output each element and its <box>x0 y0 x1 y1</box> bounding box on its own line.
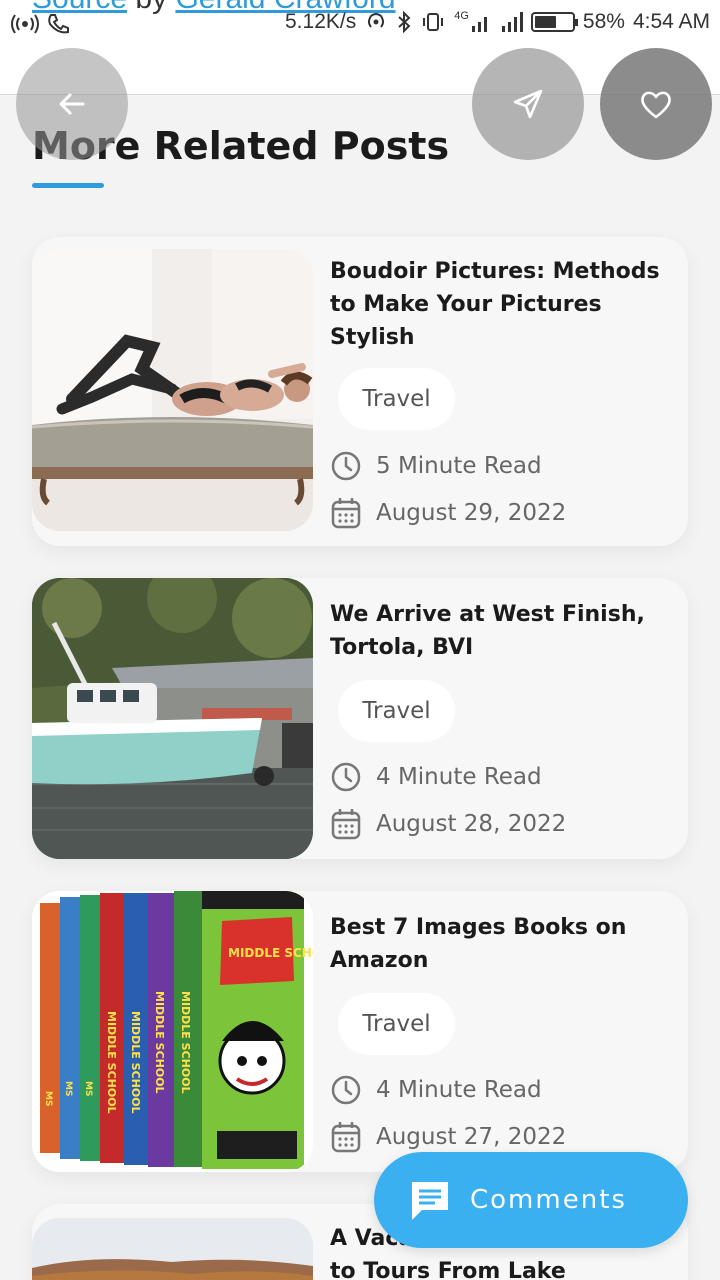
battery-percent: 58% <box>582 10 625 33</box>
calendar-icon <box>331 1122 361 1153</box>
send-icon <box>513 89 543 119</box>
vibrate-icon <box>423 13 444 31</box>
post-title[interactable]: Best 7 Images Books on Amazon <box>330 911 670 977</box>
svg-text:MIDDLE SCHOOL: MIDDLE SCHOOL <box>179 991 192 1094</box>
signal-icon <box>471 17 487 32</box>
category-tag[interactable]: Travel <box>338 368 455 430</box>
share-button[interactable] <box>472 48 584 160</box>
date-text: August 28, 2022 <box>376 811 567 837</box>
comments-label: Comments <box>470 1185 627 1215</box>
svg-text:MIDDLE SCHOOL: MIDDLE SCHOOL <box>153 991 166 1094</box>
read-time-text: 4 Minute Read <box>376 764 542 790</box>
battery-icon <box>530 12 578 32</box>
read-time-text: 4 Minute Read <box>376 1077 542 1103</box>
signal-icon-2 <box>501 12 523 32</box>
svg-text:MS: MS <box>43 1091 53 1106</box>
post-date: August 28, 2022 <box>330 807 566 841</box>
wireless-icon <box>11 14 39 34</box>
clock-icon <box>331 762 361 792</box>
boudoir-photo <box>32 249 313 531</box>
status-bar: Source by Gerald Crawford 5.12K/s 4G 58%… <box>0 0 720 52</box>
post-thumbnail[interactable] <box>32 249 313 531</box>
attribution-by: by <box>135 0 167 15</box>
network-type: 4G <box>454 10 469 22</box>
post-title-line-2: to Tours From Lake George, <box>330 1259 566 1280</box>
post-title[interactable]: We Arrive at West Finish, Tortola, BVI <box>330 598 670 664</box>
comment-icon <box>412 1182 448 1220</box>
back-button[interactable] <box>16 48 128 160</box>
network-speed: 5.12K/s <box>285 10 357 33</box>
calendar-icon <box>331 809 361 840</box>
status-left-icons <box>10 12 72 36</box>
post-card[interactable]: Boudoir Pictures: Methods to Make Your P… <box>32 237 688 546</box>
date-text: August 27, 2022 <box>376 1124 567 1150</box>
svg-text:MIDDLE SCHOOL: MIDDLE SCHOOL <box>129 1011 142 1114</box>
post-thumbnail[interactable] <box>32 1218 313 1280</box>
bluetooth-icon <box>398 10 411 34</box>
heart-icon <box>641 91 671 119</box>
svg-text:MS: MS <box>83 1081 93 1096</box>
svg-text:MS: MS <box>63 1081 73 1096</box>
books-photo: MS MS MS MIDDLE SCHOOL MIDDLE SCHOOL MID… <box>32 891 313 1172</box>
category-tag[interactable]: Travel <box>338 680 455 742</box>
clock-icon <box>331 451 361 481</box>
read-time: 4 Minute Read <box>330 761 542 793</box>
clock-icon <box>331 1075 361 1105</box>
title-underline <box>32 183 104 188</box>
post-card[interactable]: We Arrive at West Finish, Tortola, BVI T… <box>32 578 688 859</box>
clock: 4:54 AM <box>632 10 710 33</box>
read-time: 4 Minute Read <box>330 1074 542 1106</box>
lake-photo <box>32 1218 313 1280</box>
post-thumbnail[interactable]: MS MS MS MIDDLE SCHOOL MIDDLE SCHOOL MID… <box>32 891 313 1172</box>
arrow-left-icon <box>59 93 85 115</box>
read-time: 5 Minute Read <box>330 450 542 482</box>
calendar-icon <box>331 498 361 529</box>
post-date: August 29, 2022 <box>330 496 566 530</box>
comments-button[interactable]: Comments <box>374 1152 688 1248</box>
post-card[interactable]: MS MS MS MIDDLE SCHOOL MIDDLE SCHOOL MID… <box>32 891 688 1172</box>
post-thumbnail[interactable] <box>32 578 313 859</box>
favorite-button[interactable] <box>600 48 712 160</box>
date-text: August 29, 2022 <box>376 500 567 526</box>
category-tag[interactable]: Travel <box>338 993 455 1055</box>
post-title[interactable]: Boudoir Pictures: Methods to Make Your P… <box>330 255 670 354</box>
phone-icon <box>48 14 69 34</box>
status-right: 5.12K/s 4G 58% 4:54 AM <box>285 10 710 34</box>
svg-text:MIDDLE SCHOOL: MIDDLE SCHOOL <box>228 946 313 960</box>
read-time-text: 5 Minute Read <box>376 453 542 479</box>
hotspot-icon <box>368 13 385 28</box>
svg-text:MIDDLE SCHOOL: MIDDLE SCHOOL <box>105 1011 118 1114</box>
post-date: August 27, 2022 <box>330 1120 566 1154</box>
boat-photo <box>32 578 313 859</box>
